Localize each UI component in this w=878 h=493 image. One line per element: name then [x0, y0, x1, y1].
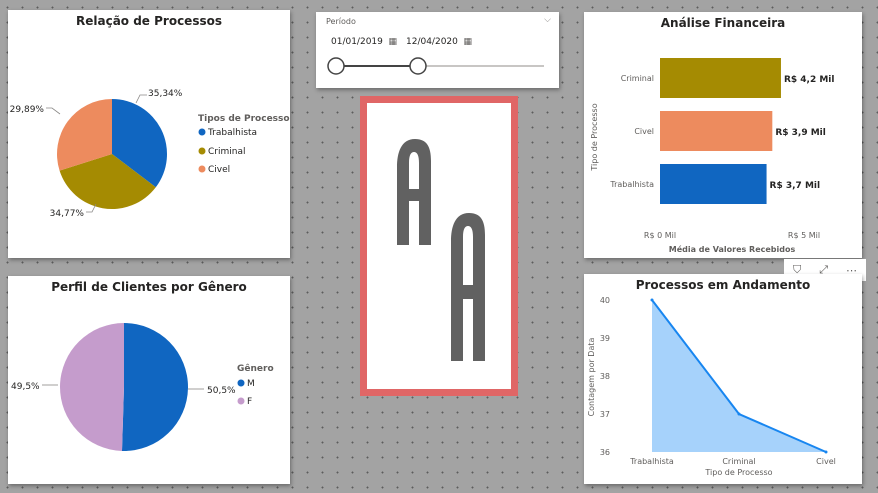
financeira-chart: Criminal R$ 4,2 Mil Civel R$ 3,9 Mil Trabalh…: [590, 58, 835, 254]
pie-processos-legend-title: Tipos de Processo: [198, 114, 290, 124]
bar-criminal[interactable]: [660, 58, 781, 98]
pie-processos-chart: Tipos de Processo Trabalhista Criminal C…: [10, 89, 290, 219]
logo-letter-top: [397, 139, 431, 245]
legend-label-m[interactable]: M: [247, 379, 255, 389]
area-x-tick-criminal: Criminal: [722, 457, 755, 466]
end-date-input[interactable]: 12/04/2020 ▦: [403, 33, 474, 51]
bar-x-tick-0: R$ 0 Mil: [644, 231, 676, 240]
andamento-chart: 40 39 38 37 36 Trabalhista Criminal Civel Tipo d…: [587, 296, 836, 477]
pie-processos-data-label-civel: 29,89%: [10, 105, 45, 115]
slicer-header: Período: [326, 17, 356, 26]
pie-genero-visual[interactable]: Perfil de Clientes por Gênero Gênero M F…: [8, 276, 290, 484]
legend-marker-civel: [198, 165, 206, 173]
legend-marker-f: [237, 397, 245, 405]
legend-label-f[interactable]: F: [247, 397, 252, 407]
bar-category-label-criminal: Criminal: [621, 74, 654, 83]
bar-data-label-civel: R$ 3,9 Mil: [775, 128, 826, 138]
start-date-value: 01/01/2019: [331, 37, 383, 47]
legend-marker-criminal: [198, 147, 206, 155]
bar-x-tick-1: R$ 5 Mil: [788, 231, 820, 240]
area-x-tick-trabalhista: Trabalhista: [629, 457, 674, 466]
calendar-icon[interactable]: ▦: [463, 33, 472, 51]
legend-label-civel[interactable]: Civel: [208, 165, 230, 175]
slider-end-handle[interactable]: [409, 57, 427, 75]
logo-frame: [360, 96, 518, 396]
pie-processos-leader-line-civel: [46, 107, 61, 115]
pie-genero-slice-f[interactable]: [60, 323, 124, 451]
area-y-tick-37: 37: [600, 410, 610, 419]
bar-y-axis-title: Tipo de Processo: [590, 103, 599, 171]
area-point-criminal[interactable]: [737, 412, 741, 416]
area-point-trabalhista[interactable]: [650, 298, 654, 302]
bar-data-label-trabalhista: R$ 3,7 Mil: [770, 181, 821, 191]
bar-x-axis-title: Média de Valores Recebidos: [669, 244, 796, 254]
legend-marker-trabalhista: [198, 128, 206, 136]
pie-processos-visual[interactable]: Relação de Processos Tipos de Processo T…: [8, 10, 290, 258]
andamento-visual[interactable]: Processos em Andamento 40 39 38 37 36 Trabalh…: [584, 274, 862, 484]
legend-marker-m: [237, 379, 245, 387]
chevron-down-icon[interactable]: ⌵: [544, 15, 551, 25]
pie-genero-data-label-m: 50,5%: [207, 386, 236, 396]
area-y-tick-38: 38: [600, 372, 610, 381]
legend-label-trabalhista[interactable]: Trabalhista: [207, 128, 257, 138]
area-y-axis-title: Contagem por Data: [587, 337, 596, 416]
aa-logo: [397, 139, 485, 361]
end-date-value: 12/04/2020: [406, 37, 458, 47]
area-y-tick-39: 39: [600, 334, 610, 343]
area-x-axis-title: Tipo de Processo: [704, 468, 772, 477]
start-date-input[interactable]: 01/01/2019 ▦: [328, 33, 399, 51]
bar-category-label-civel: Civel: [634, 127, 654, 136]
pie-processos-data-label-trabalhista: 35,34%: [148, 89, 183, 99]
period-slicer[interactable]: Período ⌵ 01/01/2019 ▦ 12/04/2020 ▦: [316, 12, 559, 88]
logo-letter-bottom: [451, 213, 485, 361]
pie-genero-data-label-f: 49,5%: [11, 382, 40, 392]
pie-genero-chart: Gênero M F 50,5% 49,5%: [11, 323, 274, 451]
bar-trabalhista[interactable]: [660, 164, 767, 204]
area-y-tick-40: 40: [600, 296, 610, 305]
pie-processos-data-label-criminal: 34,77%: [50, 209, 85, 219]
pie-processos-leader-line-trabalhista: [135, 94, 147, 104]
pie-genero-slice-m[interactable]: [121, 323, 189, 451]
financeira-visual[interactable]: Análise Financeira Criminal R$ 4,2 Mil Civ…: [584, 12, 862, 258]
pie-genero-legend-title: Gênero: [237, 363, 274, 374]
area-point-civel[interactable]: [824, 450, 828, 454]
area-x-tick-civel: Civel: [816, 457, 836, 466]
bar-civel[interactable]: [660, 111, 773, 151]
legend-label-criminal[interactable]: Criminal: [208, 147, 245, 157]
bar-category-label-trabalhista: Trabalhista: [609, 180, 654, 189]
area-fill[interactable]: [652, 300, 826, 452]
slider-start-handle[interactable]: [327, 57, 345, 75]
calendar-icon[interactable]: ▦: [388, 33, 397, 51]
bar-data-label-criminal: R$ 4,2 Mil: [784, 75, 835, 85]
area-y-tick-36: 36: [600, 448, 610, 457]
